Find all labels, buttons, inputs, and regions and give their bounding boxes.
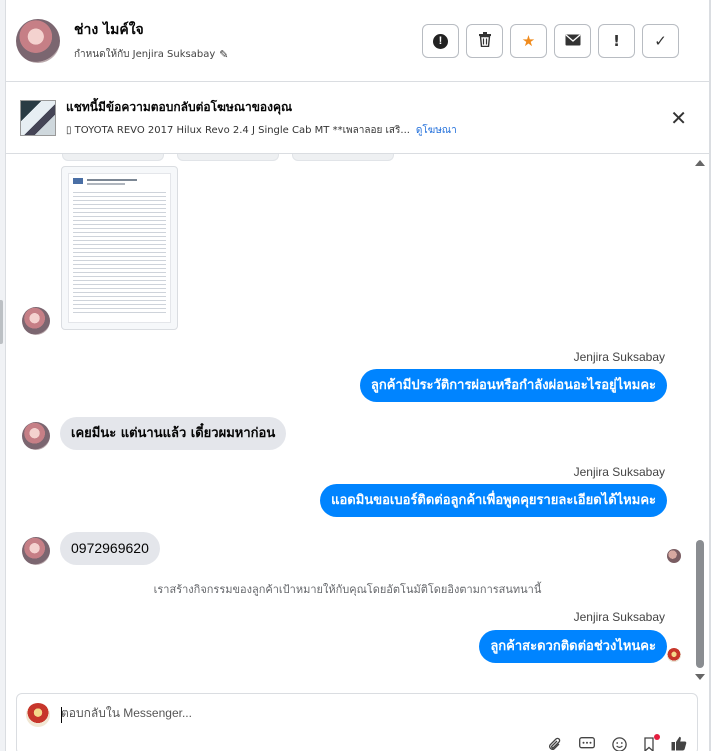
sender-name: Jenjira Suksabay xyxy=(573,610,665,624)
scrollbar-thumb[interactable] xyxy=(696,540,704,668)
assignee-text: กำหนดให้กับ Jenjira Suksabay xyxy=(74,49,216,60)
envelope-icon xyxy=(565,32,581,50)
resize-handle[interactable] xyxy=(0,300,3,344)
star-icon: ★ xyxy=(521,32,536,50)
paperclip-icon[interactable] xyxy=(548,737,562,751)
ad-reply-banner: แชทนี้มีข้อความตอบกลับต่อโฆษณาของคุณ ▯ T… xyxy=(6,82,709,154)
conversation-thread[interactable]: Jenjira Suksabay ลูกค้ามีประวัติการผ่อนห… xyxy=(6,154,709,682)
exclamation-icon: ! xyxy=(613,32,620,50)
header-actions: ! ★ ! ✓ xyxy=(422,24,679,58)
contact-name[interactable]: ช่าง ไมค์ใจ xyxy=(74,19,229,41)
statement-document-preview xyxy=(68,173,171,323)
contact-avatar[interactable] xyxy=(16,18,60,63)
ad-description: ▯ TOYOTA REVO 2017 Hilux Revo 2.4 J Sing… xyxy=(66,124,410,136)
previous-attachments xyxy=(62,154,394,161)
trash-icon xyxy=(478,31,492,51)
thumbs-up-icon[interactable] xyxy=(671,736,687,751)
incoming-message[interactable]: เคยมีนะ แต่นานแล้ว เดี๋ยวผมหาก่อน xyxy=(60,417,287,450)
ad-banner-title: แชทนี้มีข้อความตอบกลับต่อโฆษณาของคุณ xyxy=(66,99,293,114)
text-caret xyxy=(61,707,62,723)
notification-dot xyxy=(654,733,660,740)
assignee-row[interactable]: กำหนดให้กับ Jenjira Suksabay ✎ xyxy=(74,47,229,62)
document-header-line xyxy=(87,179,137,181)
ellipsis-chat-icon[interactable] xyxy=(579,737,595,751)
bookmark-icon[interactable] xyxy=(644,733,660,751)
contact-info: ช่าง ไมค์ใจ กำหนดให้กับ Jenjira Suksabay… xyxy=(74,19,229,62)
view-ad-link[interactable]: ดูโฆษณา xyxy=(416,125,457,136)
composer-tools xyxy=(548,733,687,751)
conversation-header: ช่าง ไมค์ใจ กำหนดให้กับ Jenjira Suksabay… xyxy=(6,0,709,82)
ad-text: แชทนี้มีข้อความตอบกลับต่อโฆษณาของคุณ ▯ T… xyxy=(66,98,457,138)
mark-spam-button[interactable]: ! xyxy=(422,24,459,58)
incoming-message[interactable]: 0972969620 xyxy=(60,532,160,565)
seen-avatar xyxy=(667,648,681,662)
delete-button[interactable] xyxy=(466,24,503,58)
attachment-edge[interactable] xyxy=(292,154,394,161)
exclamation-circle-icon: ! xyxy=(433,33,448,49)
pencil-icon[interactable]: ✎ xyxy=(219,48,228,61)
attachment-edge[interactable] xyxy=(62,154,164,161)
system-note: เราสร้างกิจกรรมของลูกค้าเป้าหมายให้กับคุ… xyxy=(153,583,542,596)
checkmark-icon: ✓ xyxy=(654,32,667,50)
seen-avatar xyxy=(667,549,681,563)
outgoing-message[interactable]: แอดมินขอเบอร์ติดต่อลูกค้าเพื่อพูดคุยรายล… xyxy=(320,484,667,517)
mark-unread-button[interactable] xyxy=(554,24,591,58)
contact-avatar-small[interactable] xyxy=(22,537,50,565)
close-icon[interactable]: ✕ xyxy=(670,106,687,130)
reply-input[interactable] xyxy=(61,706,601,720)
message-composer xyxy=(16,693,698,751)
ad-banner-subtitle: ▯ TOYOTA REVO 2017 Hilux Revo 2.4 J Sing… xyxy=(66,123,457,138)
star-button[interactable]: ★ xyxy=(510,24,547,58)
document-image-attachment[interactable] xyxy=(61,166,178,330)
document-header-line xyxy=(87,183,125,185)
contact-avatar-small[interactable] xyxy=(22,307,50,335)
sender-name: Jenjira Suksabay xyxy=(573,465,665,479)
follow-up-button[interactable]: ! xyxy=(598,24,635,58)
document-logo xyxy=(73,178,83,184)
document-table-lines xyxy=(73,192,166,316)
sender-name: Jenjira Suksabay xyxy=(573,350,665,364)
page-avatar xyxy=(26,703,50,727)
attachment-edge[interactable] xyxy=(177,154,279,161)
emoji-icon[interactable] xyxy=(612,736,627,751)
scroll-up-arrow-icon[interactable] xyxy=(695,160,705,166)
outgoing-message[interactable]: ลูกค้าสะดวกติดต่อช่วงไหนคะ xyxy=(479,630,667,663)
scroll-down-arrow-icon[interactable] xyxy=(695,674,705,680)
mark-done-button[interactable]: ✓ xyxy=(642,24,679,58)
ad-thumbnail[interactable] xyxy=(20,99,56,136)
outgoing-message[interactable]: ลูกค้ามีประวัติการผ่อนหรือกำลังผ่อนอะไรอ… xyxy=(359,369,667,402)
scrollbar[interactable] xyxy=(695,160,705,680)
contact-avatar-small[interactable] xyxy=(22,422,50,450)
